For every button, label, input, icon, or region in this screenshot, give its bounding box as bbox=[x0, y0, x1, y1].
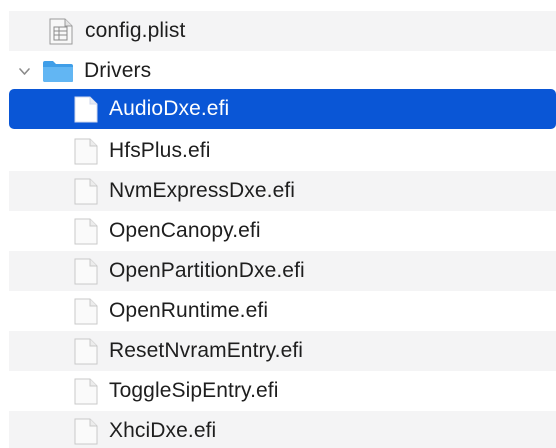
file-name: ToggleSipEntry.efi bbox=[109, 379, 279, 402]
folder-name: Drivers bbox=[84, 59, 152, 82]
document-icon bbox=[74, 418, 98, 445]
list-item-togglesipentry-efi[interactable]: ToggleSipEntry.efi bbox=[9, 371, 556, 411]
file-name: OpenPartitionDxe.efi bbox=[109, 259, 305, 282]
plist-file-icon bbox=[49, 18, 73, 45]
document-icon bbox=[74, 178, 98, 205]
list-item-audiodxe-efi[interactable]: AudioDxe.efi bbox=[9, 89, 556, 129]
document-icon bbox=[74, 298, 98, 325]
list-item-opencanopy-efi[interactable]: OpenCanopy.efi bbox=[9, 211, 556, 251]
list-item-config-plist[interactable]: config.plist bbox=[9, 11, 556, 51]
file-name: ResetNvramEntry.efi bbox=[109, 339, 304, 362]
list-item-drivers-folder[interactable]: Drivers bbox=[9, 51, 556, 91]
file-name: XhciDxe.efi bbox=[109, 419, 217, 442]
list-item-nvmexpressdxe-efi[interactable]: NvmExpressDxe.efi bbox=[9, 171, 556, 211]
file-list: config.plist Drivers AudioDxe.efi HfsPlu… bbox=[0, 0, 556, 448]
list-item-xhcidxe-efi[interactable]: XhciDxe.efi bbox=[9, 411, 556, 448]
document-icon bbox=[74, 218, 98, 245]
file-name: AudioDxe.efi bbox=[109, 97, 230, 120]
list-item-openpartitiondxe-efi[interactable]: OpenPartitionDxe.efi bbox=[9, 251, 556, 291]
document-icon bbox=[74, 138, 98, 165]
chevron-down-icon[interactable] bbox=[18, 65, 31, 78]
file-name: config.plist bbox=[85, 19, 186, 42]
file-name: OpenCanopy.efi bbox=[109, 219, 261, 242]
document-icon bbox=[74, 258, 98, 285]
document-icon bbox=[74, 378, 98, 405]
file-name: NvmExpressDxe.efi bbox=[109, 179, 296, 202]
list-item-resetnvramentry-efi[interactable]: ResetNvramEntry.efi bbox=[9, 331, 556, 371]
list-item-hfsplus-efi[interactable]: HfsPlus.efi bbox=[9, 131, 556, 171]
list-item-openruntime-efi[interactable]: OpenRuntime.efi bbox=[9, 291, 556, 331]
document-icon bbox=[74, 338, 98, 365]
file-name: OpenRuntime.efi bbox=[109, 299, 269, 322]
folder-icon bbox=[43, 61, 73, 82]
document-icon bbox=[74, 96, 98, 123]
file-name: HfsPlus.efi bbox=[109, 139, 211, 162]
